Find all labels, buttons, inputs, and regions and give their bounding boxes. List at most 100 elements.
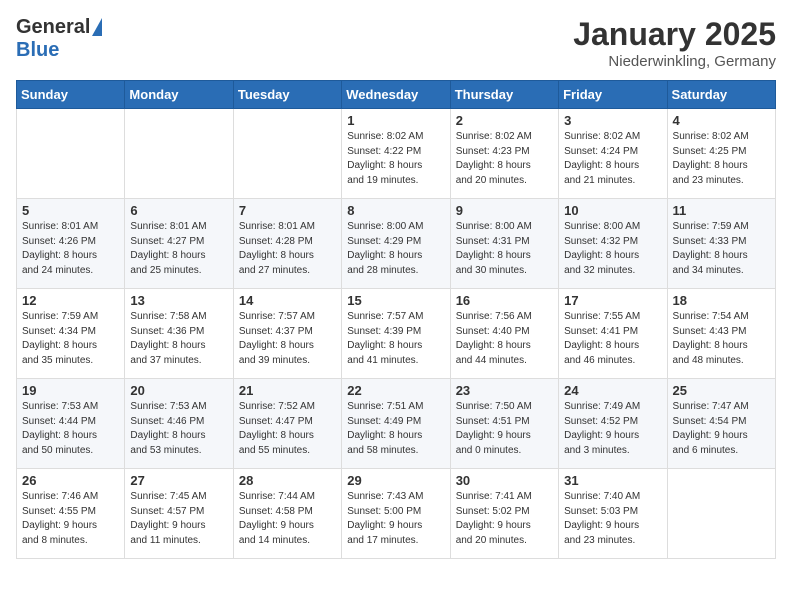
day-number: 28 — [239, 473, 336, 488]
calendar-cell: 21 Sunrise: 7:52 AMSunset: 4:47 PMDayligh… — [233, 379, 341, 469]
day-number: 26 — [22, 473, 119, 488]
day-info: Sunrise: 7:41 AMSunset: 5:02 PMDaylight:… — [456, 490, 553, 548]
day-info: Sunrise: 7:54 AMSunset: 4:43 PMDaylight:… — [673, 310, 770, 368]
day-number: 19 — [22, 383, 119, 398]
calendar-cell: 13 Sunrise: 7:58 AMSunset: 4:36 PMDayligh… — [125, 289, 233, 379]
calendar-cell: 6 Sunrise: 8:01 AMSunset: 4:27 PMDaylight… — [125, 199, 233, 289]
day-info: Sunrise: 7:53 AMSunset: 4:46 PMDaylight:… — [130, 400, 227, 458]
day-header-saturday: Saturday — [667, 81, 775, 109]
day-info: Sunrise: 7:53 AMSunset: 4:44 PMDaylight:… — [22, 400, 119, 458]
day-number: 29 — [347, 473, 444, 488]
calendar-cell: 18 Sunrise: 7:54 AMSunset: 4:43 PMDayligh… — [667, 289, 775, 379]
day-number: 14 — [239, 293, 336, 308]
day-info: Sunrise: 8:02 AMSunset: 4:25 PMDaylight:… — [673, 130, 770, 188]
day-number: 23 — [456, 383, 553, 398]
calendar-table: SundayMondayTuesdayWednesdayThursdayFrid… — [16, 80, 776, 559]
day-number: 7 — [239, 203, 336, 218]
logo-general-text: General — [16, 16, 90, 39]
location-subtitle: Niederwinkling, Germany — [573, 53, 776, 70]
day-info: Sunrise: 8:00 AMSunset: 4:32 PMDaylight:… — [564, 220, 661, 278]
day-number: 18 — [673, 293, 770, 308]
day-info: Sunrise: 7:59 AMSunset: 4:33 PMDaylight:… — [673, 220, 770, 278]
day-info: Sunrise: 7:52 AMSunset: 4:47 PMDaylight:… — [239, 400, 336, 458]
calendar-cell: 25Sunrise: 7:47 AMSunset: 4:54 PMDayligh… — [667, 379, 775, 469]
day-info: Sunrise: 7:58 AMSunset: 4:36 PMDaylight:… — [130, 310, 227, 368]
day-number: 4 — [673, 113, 770, 128]
day-number: 20 — [130, 383, 227, 398]
day-info: Sunrise: 7:51 AMSunset: 4:49 PMDaylight:… — [347, 400, 444, 458]
calendar-cell: 17Sunrise: 7:55 AMSunset: 4:41 PMDayligh… — [559, 289, 667, 379]
title-block: January 2025 Niederwinkling, Germany — [573, 16, 776, 70]
month-title: January 2025 — [573, 16, 776, 53]
day-number: 25 — [673, 383, 770, 398]
calendar-cell: 8Sunrise: 8:00 AMSunset: 4:29 PMDaylight… — [342, 199, 450, 289]
logo-triangle-icon — [92, 18, 102, 36]
day-number: 12 — [22, 293, 119, 308]
day-number: 2 — [456, 113, 553, 128]
day-number: 11 — [673, 203, 770, 218]
day-info: Sunrise: 7:50 AMSunset: 4:51 PMDaylight:… — [456, 400, 553, 458]
day-info: Sunrise: 7:57 AMSunset: 4:37 PMDaylight:… — [239, 310, 336, 368]
day-info: Sunrise: 7:46 AMSunset: 4:55 PMDaylight:… — [22, 490, 119, 548]
calendar-cell — [17, 109, 125, 199]
day-info: Sunrise: 7:55 AMSunset: 4:41 PMDaylight:… — [564, 310, 661, 368]
day-number: 13 — [130, 293, 227, 308]
day-info: Sunrise: 7:59 AMSunset: 4:34 PMDaylight:… — [22, 310, 119, 368]
calendar-cell: 22 Sunrise: 7:51 AMSunset: 4:49 PMDayligh… — [342, 379, 450, 469]
day-info: Sunrise: 7:57 AMSunset: 4:39 PMDaylight:… — [347, 310, 444, 368]
calendar-week-5: 26 Sunrise: 7:46 AMSunset: 4:55 PMDayligh… — [17, 469, 776, 559]
calendar-cell: 1Sunrise: 8:02 AMSunset: 4:22 PMDaylight… — [342, 109, 450, 199]
day-header-wednesday: Wednesday — [342, 81, 450, 109]
day-number: 16 — [456, 293, 553, 308]
calendar-cell: 2 Sunrise: 8:02 AMSunset: 4:23 PMDaylight… — [450, 109, 558, 199]
day-number: 3 — [564, 113, 661, 128]
calendar-week-3: 12 Sunrise: 7:59 AMSunset: 4:34 PMDayligh… — [17, 289, 776, 379]
day-info: Sunrise: 8:02 AMSunset: 4:23 PMDaylight:… — [456, 130, 553, 188]
calendar-cell: 10 Sunrise: 8:00 AMSunset: 4:32 PMDayligh… — [559, 199, 667, 289]
day-info: Sunrise: 7:40 AMSunset: 5:03 PMDaylight:… — [564, 490, 661, 548]
day-info: Sunrise: 8:02 AMSunset: 4:24 PMDaylight:… — [564, 130, 661, 188]
calendar-cell: 26 Sunrise: 7:46 AMSunset: 4:55 PMDayligh… — [17, 469, 125, 559]
calendar-cell: 14 Sunrise: 7:57 AMSunset: 4:37 PMDayligh… — [233, 289, 341, 379]
calendar-cell: 5Sunrise: 8:01 AMSunset: 4:26 PMDaylight… — [17, 199, 125, 289]
day-number: 9 — [456, 203, 553, 218]
day-info: Sunrise: 7:45 AMSunset: 4:57 PMDaylight:… — [130, 490, 227, 548]
day-number: 27 — [130, 473, 227, 488]
day-info: Sunrise: 7:49 AMSunset: 4:52 PMDaylight:… — [564, 400, 661, 458]
calendar-cell: 9 Sunrise: 8:00 AMSunset: 4:31 PMDaylight… — [450, 199, 558, 289]
day-info: Sunrise: 8:00 AMSunset: 4:31 PMDaylight:… — [456, 220, 553, 278]
logo: General Blue — [16, 16, 102, 62]
calendar-cell: 31 Sunrise: 7:40 AMSunset: 5:03 PMDayligh… — [559, 469, 667, 559]
calendar-cell: 20 Sunrise: 7:53 AMSunset: 4:46 PMDayligh… — [125, 379, 233, 469]
calendar-week-4: 19 Sunrise: 7:53 AMSunset: 4:44 PMDayligh… — [17, 379, 776, 469]
day-number: 21 — [239, 383, 336, 398]
day-number: 10 — [564, 203, 661, 218]
day-number: 22 — [347, 383, 444, 398]
day-info: Sunrise: 8:01 AMSunset: 4:26 PMDaylight:… — [22, 220, 119, 278]
day-number: 30 — [456, 473, 553, 488]
day-number: 31 — [564, 473, 661, 488]
day-number: 15 — [347, 293, 444, 308]
calendar-week-1: 1Sunrise: 8:02 AMSunset: 4:22 PMDaylight… — [17, 109, 776, 199]
calendar-cell: 15 Sunrise: 7:57 AMSunset: 4:39 PMDayligh… — [342, 289, 450, 379]
calendar-cell: 16 Sunrise: 7:56 AMSunset: 4:40 PMDayligh… — [450, 289, 558, 379]
day-number: 24 — [564, 383, 661, 398]
logo-blue-text: Blue — [16, 39, 59, 62]
day-info: Sunrise: 8:01 AMSunset: 4:28 PMDaylight:… — [239, 220, 336, 278]
calendar-cell: 23 Sunrise: 7:50 AMSunset: 4:51 PMDayligh… — [450, 379, 558, 469]
calendar-cell — [667, 469, 775, 559]
day-info: Sunrise: 8:01 AMSunset: 4:27 PMDaylight:… — [130, 220, 227, 278]
day-number: 6 — [130, 203, 227, 218]
calendar-cell: 24 Sunrise: 7:49 AMSunset: 4:52 PMDayligh… — [559, 379, 667, 469]
day-info: Sunrise: 7:56 AMSunset: 4:40 PMDaylight:… — [456, 310, 553, 368]
page-header: General Blue January 2025 Niederwinkling… — [16, 16, 776, 70]
calendar-cell: 11 Sunrise: 7:59 AMSunset: 4:33 PMDayligh… — [667, 199, 775, 289]
calendar-cell — [233, 109, 341, 199]
calendar-week-2: 5Sunrise: 8:01 AMSunset: 4:26 PMDaylight… — [17, 199, 776, 289]
calendar-cell: 27 Sunrise: 7:45 AMSunset: 4:57 PMDayligh… — [125, 469, 233, 559]
day-header-tuesday: Tuesday — [233, 81, 341, 109]
calendar-cell: 4 Sunrise: 8:02 AMSunset: 4:25 PMDaylight… — [667, 109, 775, 199]
day-info: Sunrise: 7:43 AMSunset: 5:00 PMDaylight:… — [347, 490, 444, 548]
day-header-sunday: Sunday — [17, 81, 125, 109]
calendar-cell: 28Sunrise: 7:44 AMSunset: 4:58 PMDayligh… — [233, 469, 341, 559]
